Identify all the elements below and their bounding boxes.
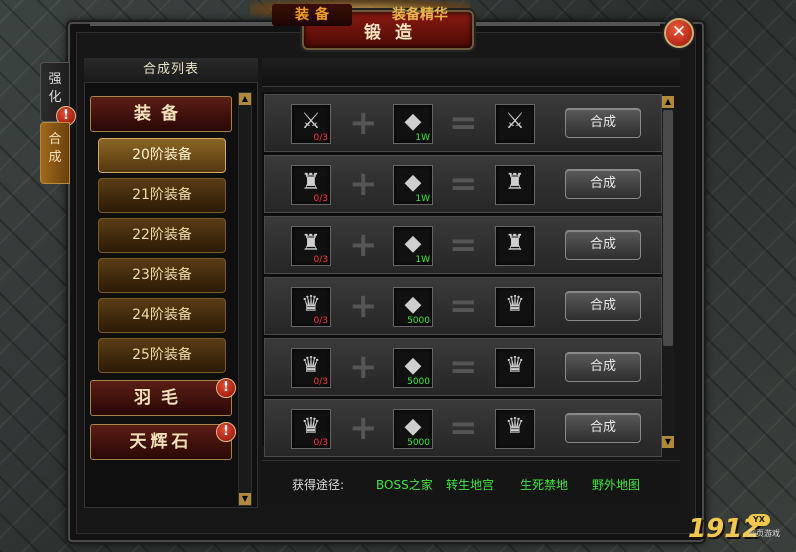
alert-icon: ! bbox=[216, 422, 236, 442]
link-field-map[interactable]: 野外地图 bbox=[592, 478, 640, 492]
scroll-up-icon[interactable]: ▲ bbox=[239, 93, 251, 105]
recipe-list: ⚔ 0/3 + ◆ 1W = ⚔ 合成 ♜ 0/3 + ◆ 1W = ♜ 合成 … bbox=[262, 92, 662, 457]
result-item-slot[interactable]: ⚔ bbox=[495, 104, 535, 144]
material-slot[interactable]: ◆ 5000 bbox=[393, 287, 433, 327]
result-item-slot[interactable]: ♜ bbox=[495, 226, 535, 266]
input-count: 0/3 bbox=[313, 377, 328, 387]
equals-icon: = bbox=[449, 103, 478, 143]
equals-icon: = bbox=[449, 408, 478, 448]
synthesize-button[interactable]: 合成 bbox=[565, 230, 641, 260]
scroll-thumb[interactable] bbox=[663, 110, 673, 346]
plus-icon: + bbox=[349, 225, 378, 265]
plus-icon: + bbox=[349, 286, 378, 326]
title-divider-right bbox=[470, 22, 660, 26]
synthesize-button[interactable]: 合成 bbox=[565, 169, 641, 199]
material-slot[interactable]: ◆ 5000 bbox=[393, 348, 433, 388]
weapon-icon: ⚔ bbox=[505, 109, 525, 134]
synthesize-button[interactable]: 合成 bbox=[565, 291, 641, 321]
recipe-row: ♛ 0/3 + ◆ 5000 = ♛ 合成 bbox=[264, 399, 662, 457]
input-count: 0/3 bbox=[313, 133, 328, 143]
scroll-down-icon[interactable]: ▼ bbox=[662, 436, 674, 448]
input-item-slot[interactable]: ♜ 0/3 bbox=[291, 165, 331, 205]
close-icon: ✕ bbox=[671, 22, 687, 42]
input-item-slot[interactable]: ♛ 0/3 bbox=[291, 409, 331, 449]
tab-strengthen-label: 强化 bbox=[48, 72, 62, 105]
tier-21-equipment[interactable]: 21阶装备 bbox=[98, 178, 226, 213]
input-item-slot[interactable]: ♛ 0/3 bbox=[291, 348, 331, 388]
acquisition-label: 获得途径: bbox=[292, 478, 345, 492]
material-slot[interactable]: ◆ 1W bbox=[393, 165, 433, 205]
tab-equipment-essence[interactable]: 装备精华 bbox=[370, 4, 470, 26]
tier-25-equipment[interactable]: 25阶装备 bbox=[98, 338, 226, 373]
tab-equipment[interactable]: 装备 bbox=[272, 4, 352, 26]
synthesize-button[interactable]: 合成 bbox=[565, 413, 641, 443]
synthesize-button[interactable]: 合成 bbox=[565, 352, 641, 382]
recipe-row: ♜ 0/3 + ◆ 1W = ♜ 合成 bbox=[264, 216, 662, 274]
armor-icon: ♜ bbox=[505, 231, 525, 256]
equals-icon: = bbox=[449, 225, 478, 265]
recipe-tabs bbox=[262, 58, 680, 87]
link-life-death-zone[interactable]: 生死禁地 bbox=[520, 478, 568, 492]
material-count: 5000 bbox=[407, 438, 430, 448]
logo-badge: YX bbox=[748, 514, 770, 526]
link-boss-home[interactable]: BOSS之家 bbox=[376, 478, 433, 492]
material-slot[interactable]: ◆ 5000 bbox=[393, 409, 433, 449]
input-count: 0/3 bbox=[313, 438, 328, 448]
input-count: 0/3 bbox=[313, 194, 328, 204]
tier-23-equipment[interactable]: 23阶装备 bbox=[98, 258, 226, 293]
input-item-slot[interactable]: ⚔ 0/3 bbox=[291, 104, 331, 144]
equals-icon: = bbox=[449, 164, 478, 204]
plus-icon: + bbox=[349, 103, 378, 143]
result-item-slot[interactable]: ♛ bbox=[495, 287, 535, 327]
scroll-down-icon[interactable]: ▼ bbox=[239, 493, 251, 505]
plus-icon: + bbox=[349, 164, 378, 204]
armor-icon: ♜ bbox=[505, 170, 525, 195]
plus-icon: + bbox=[349, 408, 378, 448]
recipe-row: ♜ 0/3 + ◆ 1W = ♜ 合成 bbox=[264, 155, 662, 213]
recipe-row: ⚔ 0/3 + ◆ 1W = ⚔ 合成 bbox=[264, 94, 662, 152]
input-count: 0/3 bbox=[313, 316, 328, 326]
result-item-slot[interactable]: ♜ bbox=[495, 165, 535, 205]
list-scrollbar[interactable]: ▲ ▼ bbox=[238, 92, 252, 506]
material-count: 1W bbox=[415, 194, 430, 204]
link-rebirth-palace[interactable]: 转生地宫 bbox=[446, 478, 494, 492]
title-divider-left bbox=[90, 22, 302, 26]
tier-24-equipment[interactable]: 24阶装备 bbox=[98, 298, 226, 333]
result-item-slot[interactable]: ♛ bbox=[495, 348, 535, 388]
material-count: 5000 bbox=[407, 316, 430, 326]
input-item-slot[interactable]: ♛ 0/3 bbox=[291, 287, 331, 327]
material-count: 1W bbox=[415, 133, 430, 143]
tab-synthesis-label: 合成 bbox=[48, 132, 62, 165]
material-count: 1W bbox=[415, 255, 430, 265]
close-button[interactable]: ✕ bbox=[664, 18, 694, 48]
input-count: 0/3 bbox=[313, 255, 328, 265]
category-gem[interactable]: 天辉石 bbox=[90, 424, 232, 460]
result-item-slot[interactable]: ♛ bbox=[495, 409, 535, 449]
category-feather[interactable]: 羽毛 bbox=[90, 380, 232, 416]
tab-synthesis[interactable]: 合成 bbox=[40, 122, 70, 184]
material-count: 5000 bbox=[407, 377, 430, 387]
category-equipment[interactable]: 装备 bbox=[90, 96, 232, 132]
equals-icon: = bbox=[449, 347, 478, 387]
recipe-scrollbar[interactable]: ▲ ▼ bbox=[662, 96, 674, 448]
material-slot[interactable]: ◆ 1W bbox=[393, 226, 433, 266]
scroll-up-icon[interactable]: ▲ bbox=[662, 96, 674, 108]
synthesize-button[interactable]: 合成 bbox=[565, 108, 641, 138]
input-item-slot[interactable]: ♜ 0/3 bbox=[291, 226, 331, 266]
helmet-icon: ♛ bbox=[505, 353, 525, 378]
recipe-row: ♛ 0/3 + ◆ 5000 = ♛ 合成 bbox=[264, 277, 662, 335]
plus-icon: + bbox=[349, 347, 378, 387]
tier-22-equipment[interactable]: 22阶装备 bbox=[98, 218, 226, 253]
alert-icon: ! bbox=[216, 378, 236, 398]
acquisition-footer: 获得途径: BOSS之家 转生地宫 生死禁地 野外地图 bbox=[262, 460, 680, 505]
helmet-icon: ♛ bbox=[505, 414, 525, 439]
recipe-row: ♛ 0/3 + ◆ 5000 = ♛ 合成 bbox=[264, 338, 662, 396]
synthesis-list-header: 合成列表 bbox=[84, 58, 258, 82]
logo-tagline: 网页游戏 bbox=[748, 529, 780, 538]
tier-20-equipment[interactable]: 20阶装备 bbox=[98, 138, 226, 173]
helmet-icon: ♛ bbox=[505, 292, 525, 317]
equals-icon: = bbox=[449, 286, 478, 326]
material-slot[interactable]: ◆ 1W bbox=[393, 104, 433, 144]
